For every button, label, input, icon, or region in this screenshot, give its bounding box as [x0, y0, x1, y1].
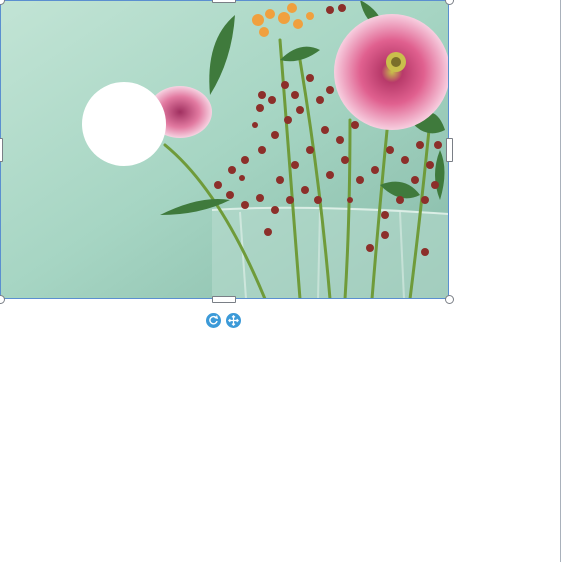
resize-handle-bottom-right[interactable]: [445, 295, 454, 304]
resize-handle-bottom[interactable]: [212, 296, 236, 303]
resize-handle-left[interactable]: [0, 138, 3, 162]
resize-handle-top[interactable]: [212, 0, 236, 3]
resize-handle-bottom-left[interactable]: [0, 295, 5, 304]
page-edge-divider: [560, 0, 561, 562]
rotate-button[interactable]: [206, 313, 221, 328]
resize-handle-right[interactable]: [446, 138, 453, 162]
flower-photo[interactable]: [0, 0, 449, 299]
move-icon: [228, 315, 239, 326]
rotate-icon: [209, 315, 219, 325]
document-canvas[interactable]: [0, 0, 562, 562]
resize-handle-top-right[interactable]: [445, 0, 454, 5]
move-button[interactable]: [226, 313, 241, 328]
